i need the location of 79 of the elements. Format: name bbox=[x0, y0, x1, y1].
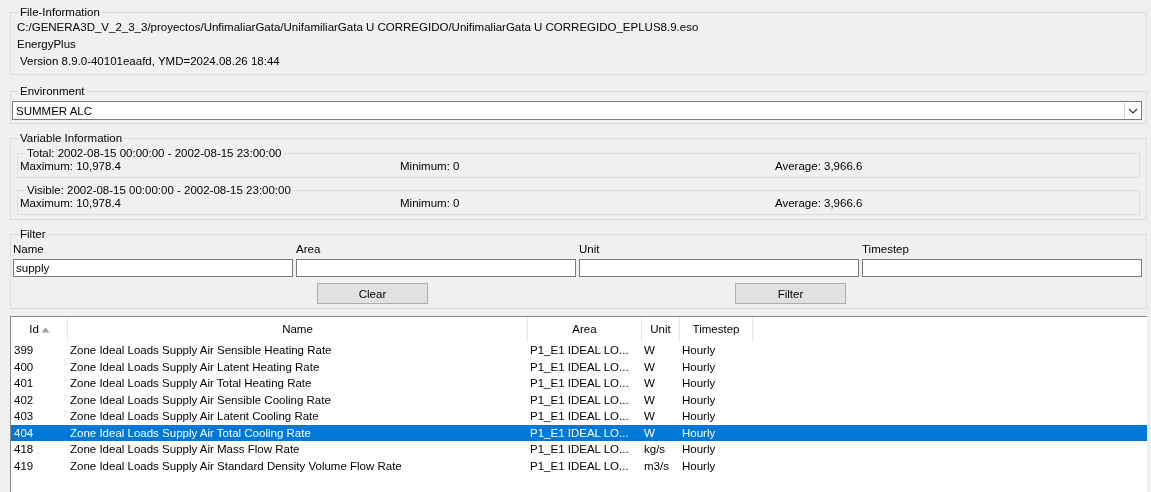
average-value: Average: 3,966.6 bbox=[775, 196, 864, 211]
table-cell-text: kg/s bbox=[643, 442, 667, 457]
table-cell-text: Zone Ideal Loads Supply Air Standard Density Volume Flow Rate bbox=[69, 458, 403, 474]
group-title: Environment bbox=[20, 85, 85, 97]
maximum-value: Maximum: 10,978.4 bbox=[20, 159, 122, 174]
table-cell-text: W bbox=[643, 425, 656, 441]
table-cell-text: 419 bbox=[13, 458, 35, 474]
column-header[interactable]: Unit bbox=[642, 317, 680, 342]
list-row[interactable]: 400 Zone Ideal Loads Supply Air Latent Heating Rate P1_E1 IDEAL LO... W Hourly bbox=[11, 358, 1147, 375]
table-cell-text: Hourly bbox=[681, 359, 717, 375]
table-cell-text: W bbox=[643, 359, 656, 375]
table-cell-text: P1_E1 IDEAL LO... bbox=[529, 392, 630, 408]
filter-field[interactable] bbox=[862, 259, 1142, 277]
table-cell-text: P1_E1 IDEAL LO... bbox=[529, 425, 630, 441]
table-cell-text: W bbox=[643, 392, 656, 408]
field-label: Area bbox=[296, 242, 322, 257]
list-row[interactable]: 399 Zone Ideal Loads Supply Air Sensible Heating Rate P1_E1 IDEAL LO... W Hourly bbox=[11, 342, 1147, 359]
table-cell-text: Zone Ideal Loads Supply Air Sensible Heating Rate bbox=[69, 343, 333, 358]
field-label: Name bbox=[13, 242, 45, 257]
maximum-value: Maximum: 10,978.4 bbox=[20, 196, 122, 211]
table-cell-text: Hourly bbox=[681, 409, 717, 424]
clear-button[interactable]: Clear bbox=[317, 283, 428, 304]
version-text: Version 8.9.0-40101eaafd, YMD=2024.08.26 18:44 bbox=[19, 54, 281, 69]
field-label: Timestep bbox=[862, 242, 910, 257]
table-cell-text: P1_E1 IDEAL LO... bbox=[529, 376, 630, 391]
table-cell-text: 401 bbox=[13, 376, 35, 391]
table-cell-text: Zone Ideal Loads Supply Air Total Heating Rate bbox=[69, 376, 313, 391]
table-cell-text: P1_E1 IDEAL LO... bbox=[529, 359, 630, 375]
table-cell-text: Zone Ideal Loads Supply Air Sensible Cooling Rate bbox=[69, 392, 332, 408]
group-title: File-Information bbox=[20, 6, 100, 18]
table-cell-text: P1_E1 IDEAL LO... bbox=[529, 343, 630, 358]
filter-button[interactable]: Filter bbox=[735, 283, 846, 304]
average-value: Average: 3,966.6 bbox=[775, 159, 864, 174]
table-cell-text: Zone Ideal Loads Supply Air Mass Flow Rate bbox=[69, 442, 301, 457]
table-cell-text: Hourly bbox=[681, 458, 717, 474]
file-path: C:/GENERA3D_V_2_3_3/proyectos/UnfimaliarGata/UnifamiliarGata U CORREGIDO/UnifimaliarGata U CORREGIDO_EPLUS8.9.eso bbox=[17, 20, 700, 35]
list-row[interactable]: 418 Zone Ideal Loads Supply Air Mass Flow Rate P1_E1 IDEAL LO... kg/s Hourly bbox=[11, 441, 1147, 458]
table-cell-text: Hourly bbox=[681, 376, 717, 391]
table-cell-text: 399 bbox=[13, 343, 35, 358]
program-name: EnergyPlus bbox=[17, 37, 77, 52]
table-cell-text: P1_E1 IDEAL LO... bbox=[529, 409, 630, 424]
list-row[interactable]: 403 Zone Ideal Loads Supply Air Latent Cooling Rate P1_E1 IDEAL LO... W Hourly bbox=[11, 408, 1147, 425]
table-cell-text: W bbox=[643, 409, 656, 424]
filter-field[interactable] bbox=[579, 259, 859, 277]
table-cell-text: 400 bbox=[13, 359, 35, 375]
table-cell-text: 403 bbox=[13, 409, 35, 424]
range-title: Total: 2002-08-15 00:00:00 - 2002-08-15 23:00:00 bbox=[27, 147, 282, 159]
list-row[interactable]: 419 Zone Ideal Loads Supply Air Standard Density Volume Flow Rate P1_E1 IDEAL LO... m3/s Hourly bbox=[11, 457, 1147, 474]
table-cell-text: Hourly bbox=[681, 442, 717, 457]
column-header[interactable]: Area bbox=[528, 317, 642, 342]
environment-dropdown[interactable]: SUMMER ALC bbox=[12, 101, 1142, 120]
list-row[interactable]: 402 Zone Ideal Loads Supply Air Sensible Cooling Rate P1_E1 IDEAL LO... W Hourly bbox=[11, 391, 1147, 408]
table-cell-text: Hourly bbox=[681, 343, 717, 358]
table-cell-text: P1_E1 IDEAL LO... bbox=[529, 442, 630, 457]
field-label: Unit bbox=[579, 242, 601, 257]
list-row[interactable]: 401 Zone Ideal Loads Supply Air Total Heating Rate P1_E1 IDEAL LO... W Hourly bbox=[11, 375, 1147, 392]
list-row[interactable]: 404 Zone Ideal Loads Supply Air Total Cooling Rate P1_E1 IDEAL LO... W Hourly bbox=[11, 424, 1147, 441]
table-cell-text: Zone Ideal Loads Supply Air Total Cooling Rate bbox=[69, 425, 312, 441]
minimum-value: Minimum: 0 bbox=[400, 196, 461, 211]
table-cell-text: W bbox=[643, 376, 656, 391]
table-cell-text: W bbox=[643, 343, 656, 358]
filter-field[interactable] bbox=[296, 259, 576, 277]
table-cell-text: m3/s bbox=[643, 458, 670, 474]
table-cell-text: Zone Ideal Loads Supply Air Latent Heating Rate bbox=[69, 359, 321, 375]
group-title: Filter bbox=[20, 228, 46, 240]
table-cell-text: 404 bbox=[13, 425, 35, 441]
table-cell-text: P1_E1 IDEAL LO... bbox=[529, 458, 630, 474]
column-header[interactable]: Name bbox=[68, 317, 528, 342]
filter-field[interactable]: supply bbox=[13, 259, 293, 277]
minimum-value: Minimum: 0 bbox=[400, 159, 461, 174]
table-cell-text: Zone Ideal Loads Supply Air Latent Cooling Rate bbox=[69, 409, 320, 424]
table-cell-text: 418 bbox=[13, 442, 35, 457]
range-title: Visible: 2002-08-15 00:00:00 - 2002-08-15 23:00:00 bbox=[27, 184, 291, 196]
column-header[interactable]: Id bbox=[12, 317, 68, 342]
table-cell-text: 402 bbox=[13, 392, 35, 408]
table-cell-text: Hourly bbox=[681, 392, 717, 408]
table-cell-text: Hourly bbox=[681, 425, 717, 441]
column-header[interactable]: Timestep bbox=[680, 317, 753, 342]
group-title: Variable Information bbox=[20, 132, 123, 144]
